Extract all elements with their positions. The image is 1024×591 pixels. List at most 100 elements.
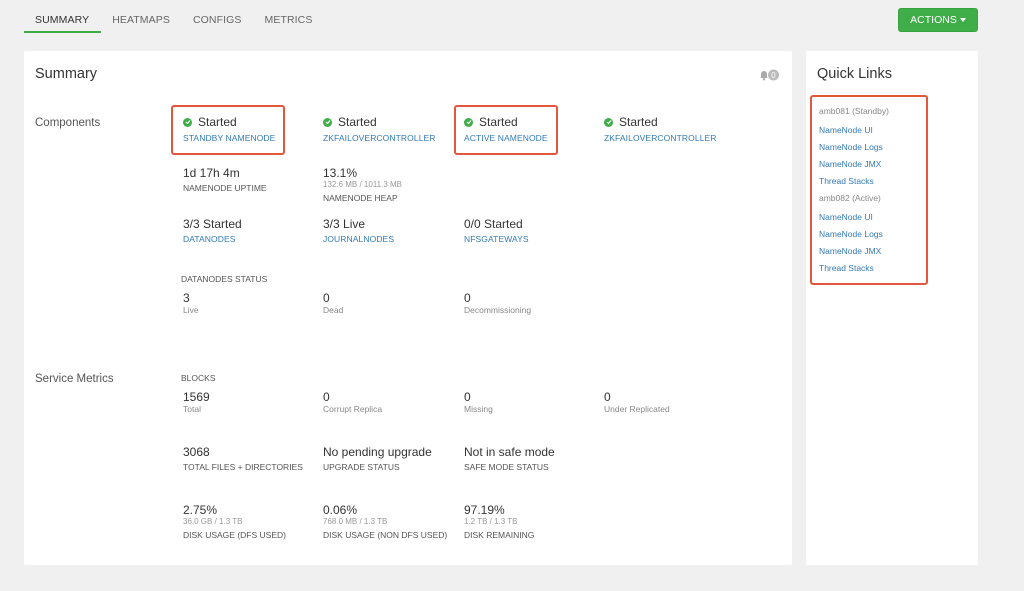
dead-value: 0	[323, 291, 330, 305]
disk-remaining: 97.19% 1.2 TB / 1.3 TB DISK REMAINING	[464, 503, 534, 540]
dfs-used-detail: 36.0 GB / 1.3 TB	[183, 517, 243, 526]
files-value: 3068	[183, 445, 210, 459]
datanodes-link[interactable]: DATANODES	[183, 234, 242, 244]
component-zkfc-1: Started ZKFAILOVERCONTROLLER	[323, 115, 436, 143]
dfs-used-value: 2.75%	[183, 503, 218, 517]
uptime-label: NAMENODE UPTIME	[183, 183, 267, 193]
quick-links-host-active: amb082 (Active)	[819, 193, 881, 203]
blocks-total-label: Total	[183, 404, 201, 414]
active-namenode-ui-link[interactable]: NameNode UI	[819, 211, 926, 228]
service-metrics-label: Service Metrics	[35, 373, 114, 385]
started-check-icon	[604, 117, 613, 127]
zkfc-link[interactable]: ZKFAILOVERCONTROLLER	[604, 133, 717, 143]
blocks-total: 1569 Total	[183, 390, 210, 414]
quick-links-list: amb081 (Standby) NameNode UI NameNode Lo…	[810, 95, 928, 285]
started-check-icon	[464, 117, 473, 127]
heap-label: NAMENODE HEAP	[323, 193, 398, 203]
component-zkfc-2: Started ZKFAILOVERCONTROLLER	[604, 115, 717, 143]
component-status: Started	[198, 115, 237, 129]
journalnodes-value: 3/3 Live	[323, 217, 366, 231]
journalnodes-summary: 3/3 Live JOURNALNODES	[323, 217, 394, 244]
nfsgateways-summary: 0/0 Started NFSGATEWAYS	[464, 217, 529, 244]
actions-label: ACTIONS	[910, 14, 957, 26]
corrupt-value: 0	[323, 390, 330, 404]
live-value: 3	[183, 291, 190, 305]
tab-metrics[interactable]: METRICS	[254, 8, 325, 32]
decommissioning-value: 0	[464, 291, 471, 305]
under-replicated-value: 0	[604, 390, 611, 404]
component-status: Started	[619, 115, 658, 129]
standby-namenode-link[interactable]: STANDBY NAMENODE	[183, 133, 275, 143]
files-label: TOTAL FILES + DIRECTORIES	[183, 462, 303, 472]
started-check-icon	[183, 117, 192, 127]
component-active-namenode: Started ACTIVE NAMENODE	[464, 115, 548, 143]
component-status: Started	[479, 115, 518, 129]
alerts-bell-icon[interactable]: 0	[758, 69, 782, 81]
disk-dfs-used: 2.75% 36.0 GB / 1.3 TB DISK USAGE (DFS U…	[183, 503, 286, 540]
blocks-under-replicated: 0 Under Replicated	[604, 390, 670, 414]
decommissioning-label: Decommissioning	[464, 305, 532, 315]
datanodes-dead: 0 Dead	[323, 291, 343, 315]
datanodes-value: 3/3 Started	[183, 217, 242, 231]
nfsgateways-value: 0/0 Started	[464, 217, 523, 231]
summary-panel: Summary 0 Components Started STANDBY NAM…	[24, 51, 792, 565]
active-namenode-logs-link[interactable]: NameNode Logs	[819, 228, 926, 245]
zkfc-link[interactable]: ZKFAILOVERCONTROLLER	[323, 133, 436, 143]
safemode-label: SAFE MODE STATUS	[464, 462, 549, 472]
alerts-count: 0	[771, 71, 776, 80]
missing-label: Missing	[464, 404, 493, 414]
active-namenode-link[interactable]: ACTIVE NAMENODE	[464, 133, 548, 143]
active-namenode-jmx-link[interactable]: NameNode JMX	[819, 245, 926, 262]
tab-summary[interactable]: SUMMARY	[24, 8, 102, 33]
live-label: Live	[183, 305, 199, 315]
disk-remaining-detail: 1.2 TB / 1.3 TB	[464, 517, 518, 526]
tab-configs[interactable]: CONFIGS	[182, 8, 254, 32]
non-dfs-used-value: 0.06%	[323, 503, 358, 517]
actions-button[interactable]: ACTIONS	[898, 8, 978, 32]
blocks-missing: 0 Missing	[464, 390, 493, 414]
upgrade-status: No pending upgrade UPGRADE STATUS	[323, 445, 432, 472]
caret-down-icon	[959, 18, 966, 22]
standby-namenode-jmx-link[interactable]: NameNode JMX	[819, 158, 926, 175]
standby-namenode-ui-link[interactable]: NameNode UI	[819, 124, 926, 141]
disk-remaining-value: 97.19%	[464, 503, 505, 517]
nfsgateways-link[interactable]: NFSGATEWAYS	[464, 234, 529, 244]
uptime-value: 1d 17h 4m	[183, 166, 240, 180]
non-dfs-used-label: DISK USAGE (NON DFS USED)	[323, 530, 448, 540]
datanodes-summary: 3/3 Started DATANODES	[183, 217, 242, 244]
datanodes-status-label: DATANODES STATUS	[181, 274, 268, 284]
quick-links-title: Quick Links	[817, 66, 892, 82]
blocks-total-value: 1569	[183, 390, 210, 404]
quick-links-host-standby: amb081 (Standby)	[819, 106, 889, 116]
summary-title: Summary	[35, 66, 98, 82]
dead-label: Dead	[323, 305, 344, 315]
disk-remaining-label: DISK REMAINING	[464, 530, 535, 540]
namenode-uptime: 1d 17h 4m NAMENODE UPTIME	[183, 166, 267, 193]
datanodes-live: 3 Live	[183, 291, 199, 315]
components-label: Components	[35, 117, 101, 129]
blocks-label: BLOCKS	[181, 373, 216, 383]
datanodes-decommissioning: 0 Decommissioning	[464, 291, 531, 315]
quick-links-panel: Quick Links amb081 (Standby) NameNode UI…	[806, 51, 978, 565]
standby-namenode-logs-link[interactable]: NameNode Logs	[819, 141, 926, 158]
started-check-icon	[323, 117, 332, 127]
standby-thread-stacks-link[interactable]: Thread Stacks	[819, 175, 926, 192]
blocks-corrupt: 0 Corrupt Replica	[323, 390, 382, 414]
component-status: Started	[338, 115, 377, 129]
service-tabs: SUMMARY HEATMAPS CONFIGS METRICS	[24, 8, 325, 33]
heap-detail: 132.6 MB / 1011.3 MB	[323, 180, 403, 189]
upgrade-value: No pending upgrade	[323, 445, 432, 459]
heap-value: 13.1%	[323, 166, 358, 180]
upgrade-label: UPGRADE STATUS	[323, 462, 400, 472]
active-thread-stacks-link[interactable]: Thread Stacks	[819, 262, 926, 279]
non-dfs-used-detail: 768.0 MB / 1.3 TB	[323, 517, 388, 526]
safemode-value: Not in safe mode	[464, 445, 555, 459]
under-replicated-label: Under Replicated	[604, 404, 670, 414]
journalnodes-link[interactable]: JOURNALNODES	[323, 234, 394, 244]
namenode-heap: 13.1% 132.6 MB / 1011.3 MB NAMENODE HEAP	[323, 166, 402, 203]
corrupt-label: Corrupt Replica	[323, 404, 383, 414]
component-standby-namenode: Started STANDBY NAMENODE	[183, 115, 275, 143]
safe-mode-status: Not in safe mode SAFE MODE STATUS	[464, 445, 555, 472]
disk-non-dfs-used: 0.06% 768.0 MB / 1.3 TB DISK USAGE (NON …	[323, 503, 447, 540]
tab-heatmaps[interactable]: HEATMAPS	[101, 8, 182, 32]
